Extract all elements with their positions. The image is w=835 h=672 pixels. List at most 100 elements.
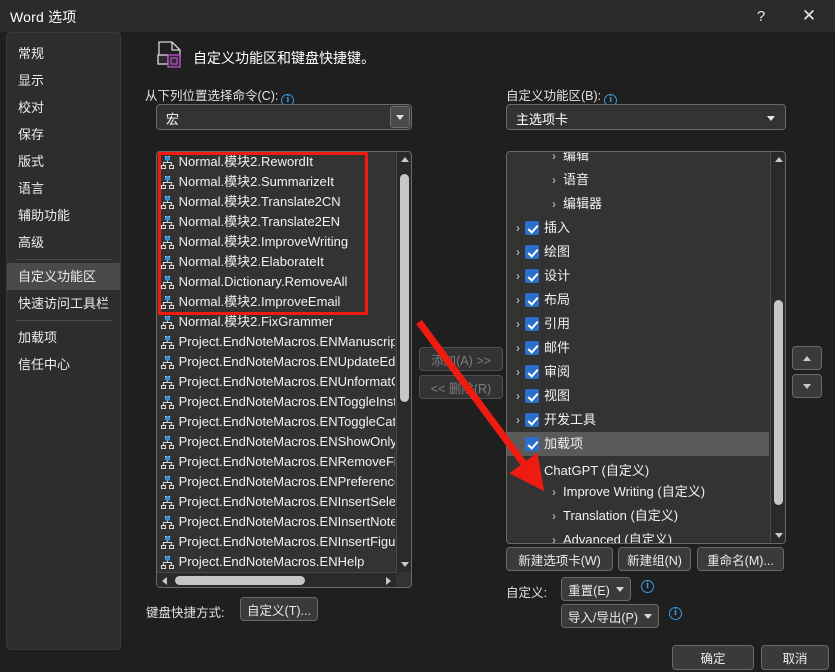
info-icon-reset[interactable]: i [641,580,654,593]
ok-button[interactable]: 确定 [672,645,754,670]
tree-item-checkbox[interactable] [525,269,539,283]
chevron-down-icon[interactable] [767,116,775,121]
list-item[interactable]: Project.EndNoteMacros.ENInsertFigur [157,532,395,552]
tree-item[interactable]: › 编辑 [507,152,769,168]
move-down-button[interactable] [792,374,822,398]
tree-item-checkbox[interactable] [525,365,539,379]
customize-ribbon-combobox[interactable]: 主选项卡 [506,104,786,130]
chevron-right-icon[interactable]: › [511,288,525,312]
sidebar-item-11[interactable]: 信任中心 [7,351,120,378]
list-item[interactable]: Project.EndNoteMacros.ENUpdateEdi [157,352,395,372]
tree-item-checkbox[interactable] [525,293,539,307]
move-up-button[interactable] [792,346,822,370]
scroll-down-icon[interactable] [397,557,411,572]
chevron-right-icon[interactable]: › [547,152,561,168]
chevron-right-icon[interactable]: › [511,360,525,384]
list-item[interactable]: Project.EndNoteMacros.ENInsertNote [157,512,395,532]
sidebar-item-10[interactable]: 加载项 [7,324,120,351]
add-button[interactable]: 添加(A) >> [419,347,503,371]
tree-item-checkbox[interactable] [525,221,539,235]
chevron-right-icon[interactable]: › [511,264,525,288]
tree-item[interactable]: › 引用 [507,312,769,336]
help-icon[interactable]: ? [739,0,783,32]
tree-item[interactable]: ⌄ ChatGPT (自定义) [507,456,769,480]
tree-item[interactable]: › Improve Writing (自定义) [507,480,769,504]
list-item[interactable]: Normal.模块2.Translate2CN [157,192,395,212]
list-item[interactable]: Project.EndNoteMacros.ENInsertSelec [157,492,395,512]
list-item[interactable]: Project.EndNoteMacros.ENUnformatC [157,372,395,392]
close-icon[interactable]: ✕ [787,0,831,32]
sidebar-item-1[interactable]: 显示 [7,67,120,94]
ribbon-tree[interactable]: › 编辑 › 语音 › 编辑器 › 插入 › 绘图 › 设计 › 布局 › 引用 › 邮件 › 审阅 › 视图 › 开发工具加… [506,151,786,544]
new-tab-button[interactable]: 新建选项卡(W) [506,547,613,571]
chevron-right-icon[interactable]: › [511,312,525,336]
ribbon-tree-scroll-thumb[interactable] [774,300,783,505]
scroll-up-icon[interactable] [397,152,411,167]
list-item[interactable]: Normal.模块2.ElaborateIt [157,252,395,272]
chevron-right-icon[interactable]: › [511,240,525,264]
chevron-right-icon[interactable]: › [547,480,561,504]
scroll-down-icon[interactable] [771,528,785,543]
tree-item[interactable]: › 设计 [507,264,769,288]
tree-item-checkbox[interactable] [525,245,539,259]
tree-item-checkbox[interactable] [525,437,539,451]
chevron-right-icon[interactable]: › [511,216,525,240]
chevron-right-icon[interactable]: › [511,384,525,408]
tree-item[interactable]: › 审阅 [507,360,769,384]
tree-item[interactable]: › 开发工具 [507,408,769,432]
commands-horizontal-scrollbar[interactable] [157,572,396,587]
tree-item-checkbox[interactable] [525,413,539,427]
tree-item[interactable]: › 编辑器 [507,192,769,216]
tree-item[interactable]: 加载项 [507,432,769,456]
chevron-right-icon[interactable]: › [547,192,561,216]
chevron-right-icon[interactable]: › [547,168,561,192]
sidebar-item-0[interactable]: 常规 [7,40,120,67]
ribbon-tree-scrollbar[interactable] [770,152,785,543]
list-item[interactable]: Normal.模块2.ImproveEmail [157,292,395,312]
chevron-right-icon[interactable]: › [511,336,525,360]
list-item[interactable]: Project.EndNoteMacros.ENToggleInst [157,392,395,412]
reset-button[interactable]: 重置(E) [561,577,631,601]
sidebar-item-5[interactable]: 语言 [7,175,120,202]
remove-button[interactable]: << 删除(R) [419,375,503,399]
chevron-right-icon[interactable]: › [547,504,561,528]
scroll-right-icon[interactable] [381,573,396,587]
chevron-right-icon[interactable]: › [547,528,561,543]
list-item[interactable]: Normal.模块2.ImproveWriting [157,232,395,252]
commands-listbox[interactable]: Normal.模块2.RewordIt Normal.模块2.Summarize… [156,151,412,588]
sidebar-item-2[interactable]: 校对 [7,94,120,121]
list-item[interactable]: Normal.模块2.RewordIt [157,152,395,172]
scroll-up-icon[interactable] [771,152,785,167]
new-group-button[interactable]: 新建组(N) [618,547,691,571]
commands-hscroll-thumb[interactable] [175,576,305,585]
tree-item-checkbox[interactable] [525,317,539,331]
tree-item[interactable]: › 布局 [507,288,769,312]
tree-item[interactable]: › 视图 [507,384,769,408]
tree-item[interactable]: › 邮件 [507,336,769,360]
sidebar-item-3[interactable]: 保存 [7,121,120,148]
list-item[interactable]: Project.EndNoteMacros.ENManuscrip [157,332,395,352]
list-item[interactable]: Normal.Dictionary.RemoveAll [157,272,395,292]
tree-item[interactable]: › 语音 [507,168,769,192]
chevron-down-icon[interactable]: ⌄ [511,456,525,480]
chevron-right-icon[interactable]: › [511,408,525,432]
keyboard-customize-button[interactable]: 自定义(T)... [240,597,318,621]
sidebar-item-4[interactable]: 版式 [7,148,120,175]
info-icon-import-export[interactable]: i [669,607,682,620]
list-item[interactable]: Project.EndNoteMacros.ENShowOnlyI [157,432,395,452]
sidebar-item-8[interactable]: 自定义功能区 [7,263,120,290]
tree-item-checkbox[interactable] [525,341,539,355]
tree-item[interactable]: › 插入 [507,216,769,240]
sidebar-item-7[interactable]: 高级 [7,229,120,256]
list-item[interactable]: Project.EndNoteMacros.ENHelp [157,552,395,571]
list-item[interactable]: Project.EndNoteMacros.ENRemoveFie [157,452,395,472]
sidebar-item-6[interactable]: 辅助功能 [7,202,120,229]
select-commands-combobox[interactable]: 宏 [156,104,412,130]
sidebar-item-9[interactable]: 快速访问工具栏 [7,290,120,317]
cancel-button[interactable]: 取消 [761,645,829,670]
import-export-button[interactable]: 导入/导出(P) [561,604,659,628]
tree-item[interactable]: › 绘图 [507,240,769,264]
tree-item-checkbox[interactable] [525,464,539,478]
commands-scroll-thumb[interactable] [400,174,409,402]
commands-vertical-scrollbar[interactable] [396,152,411,572]
